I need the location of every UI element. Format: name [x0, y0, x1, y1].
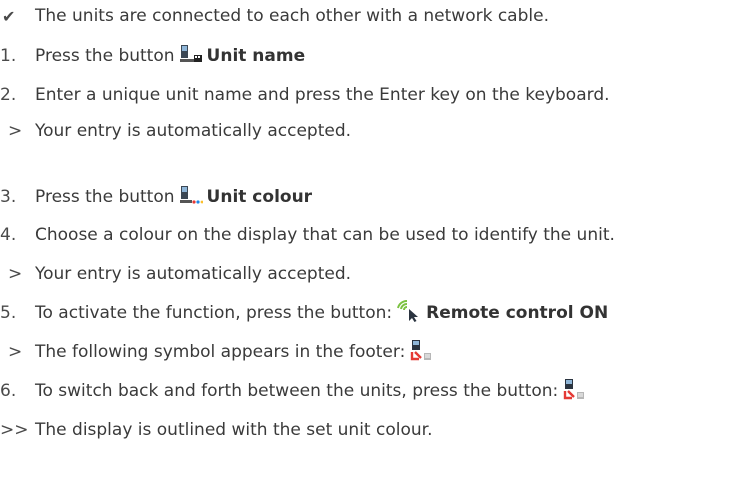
step-number: 4.	[0, 225, 17, 245]
unit-name-icon	[179, 44, 203, 69]
step-text: Choose a colour on the display that can …	[35, 225, 615, 245]
button-label: Unit colour	[206, 187, 313, 207]
step-text: Your entry is automatically accepted.	[35, 121, 352, 141]
step-text: The display is outlined with the set uni…	[35, 420, 433, 440]
switch-units-icon	[562, 378, 586, 405]
step-number: 2.	[0, 85, 17, 105]
step-text: The units are connected to each other wi…	[35, 6, 549, 26]
step-number: 1.	[0, 46, 17, 66]
remote-control-icon	[396, 299, 422, 327]
step-number: 5.	[0, 303, 17, 323]
button-label: Remote control ON	[426, 303, 609, 323]
step-text: The following symbol appears in the foot…	[35, 342, 406, 362]
unit-colour-icon	[179, 185, 203, 210]
step-text: Press the button	[35, 187, 175, 207]
result-marker: >	[8, 264, 23, 284]
result-marker: >	[8, 342, 23, 362]
step-text: To switch back and forth between the uni…	[35, 381, 559, 401]
step-text: Your entry is automatically accepted.	[35, 264, 352, 284]
button-label: Unit name	[206, 46, 306, 66]
checkmark-icon: ✔	[2, 6, 16, 26]
step-number: 3.	[0, 187, 17, 207]
step-text: To activate the function, press the butt…	[35, 303, 393, 323]
step-number: 6.	[0, 381, 17, 401]
result-marker: >	[8, 121, 23, 141]
step-text: Enter a unique unit name and press the E…	[35, 85, 610, 105]
step-text: Press the button	[35, 46, 175, 66]
final-result-marker: >>	[0, 420, 29, 440]
remote-footer-icon	[409, 339, 433, 366]
